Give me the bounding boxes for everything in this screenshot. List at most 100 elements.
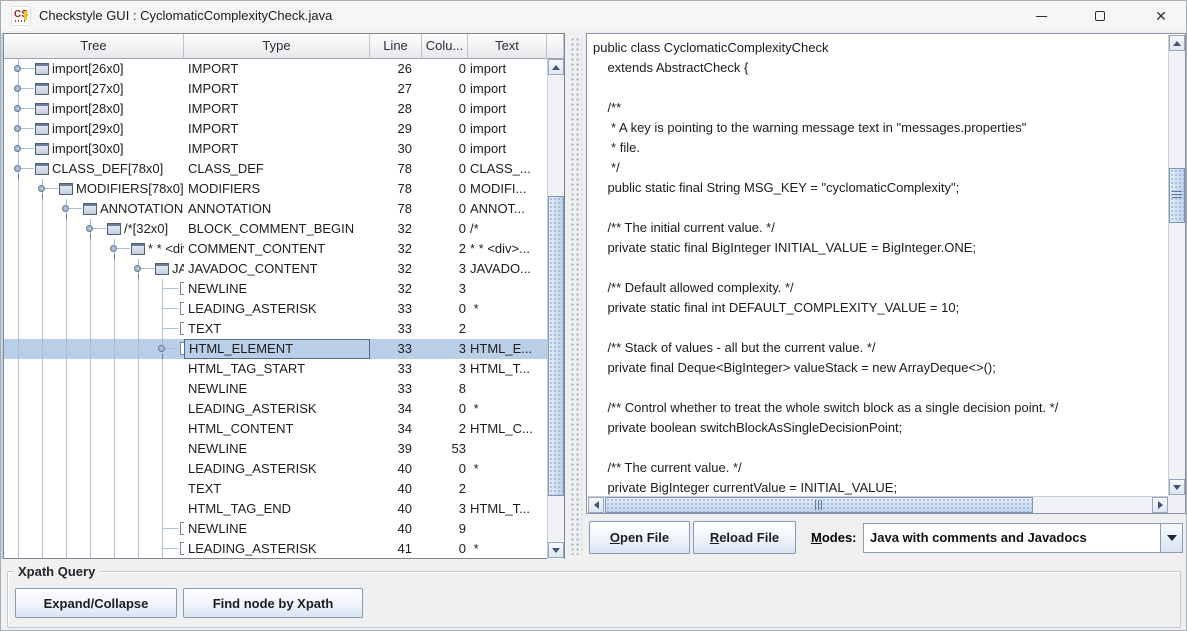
tree-table-row[interactable]: NEWLINENEWLINE338 [4,379,547,399]
text-cell: HTML_T... [468,359,547,379]
tree-guide-line [66,359,67,379]
type-cell: COMMENT_CONTENT [184,239,370,259]
scroll-up-button[interactable] [548,59,564,75]
combo-dropdown-button[interactable] [1160,524,1182,552]
tree-guide-line [90,499,91,519]
column-header-line[interactable]: Line [370,34,422,59]
tree-table-row[interactable]: import[30x0]IMPORT300import [4,139,547,159]
reload-file-button[interactable]: Reload File [693,521,796,554]
modes-combobox[interactable]: Java with comments and Javadocs [863,523,1183,553]
tree-table-row[interactable]: HTML_ELEMENTHTML_ELEMENT333HTML_E... [4,339,547,359]
type-cell: LEADING_ASTERISK [184,299,370,319]
tree-guide-line [114,419,115,439]
tree-guide-line [162,479,163,499]
line-cell: 32 [370,279,422,299]
tree-collapse-knob[interactable] [134,265,141,272]
code-scroll-left-button[interactable] [588,497,604,513]
tree-connector-dash [91,228,106,229]
column-header-text[interactable]: Text [468,34,547,59]
tree-guide-line [90,259,91,279]
line-cell: 40 [370,479,422,499]
tree-table-row[interactable]: /*[32x0]BLOCK_COMMENT_BEGIN320/* [4,219,547,239]
column-cell: 0 [422,199,468,219]
tree-table-row[interactable]: HTML_TAG_ENDHTML_TAG_END403HTML_T... [4,499,547,519]
tree-connector-dash [163,528,178,529]
column-header-tree[interactable]: Tree [4,34,184,59]
tree-guide-line [162,439,163,459]
type-cell: LEADING_ASTERISK [184,399,370,419]
tree-table-row[interactable]: MODIFIERS[78x0]MODIFIERS780MODIFI... [4,179,547,199]
tree-table-row[interactable]: TEXTTEXT402 [4,479,547,499]
tree-table-vertical-scrollbar[interactable] [547,59,564,559]
close-button[interactable]: ✕ [1138,1,1184,31]
tree-table-row[interactable]: LEADING_ASTERISKLEADING_ASTERISK340 * [4,399,547,419]
tree-expand-knob[interactable] [14,105,21,112]
tree-table-row[interactable]: CLASS_DEF[78x0]CLASS_DEF780CLASS_... [4,159,547,179]
column-header-colu[interactable]: Colu... [422,34,468,59]
tree-table-row[interactable]: LEADING_ASTERISKLEADING_ASTERISK330 * [4,299,547,319]
tree-collapse-knob[interactable] [110,245,117,252]
tree-table-row[interactable]: TEXTTEXT332 [4,319,547,339]
code-vertical-scrollbar[interactable] [1168,35,1185,496]
tree-guide-line [18,259,19,279]
split-pane-divider[interactable] [566,33,586,559]
tree-table-row[interactable]: import[29x0]IMPORT290import [4,119,547,139]
tree-node-label: import[27x0] [52,79,124,99]
tree-expand-knob[interactable] [14,125,21,132]
tree-table-row[interactable]: LEADING_ASTERISKLEADING_ASTERISK400 * [4,459,547,479]
tree-guide-line [162,459,163,479]
code-horizontal-scrollbar[interactable] [588,496,1168,513]
tree-table-row[interactable]: * * <div>...COMMENT_CONTENT322* * <div>.… [4,239,547,259]
tree-collapse-knob[interactable] [38,185,45,192]
expand-collapse-button[interactable]: Expand/Collapse [15,588,177,618]
tree-table-row[interactable]: import[28x0]IMPORT280import [4,99,547,119]
tree-expand-knob[interactable] [14,145,21,152]
type-cell: NEWLINE [184,379,370,399]
text-cell: JAVADO... [468,259,547,279]
type-cell: LEADING_ASTERISK [184,539,370,558]
tree-collapse-knob[interactable] [62,205,69,212]
tree-expand-knob[interactable] [14,65,21,72]
tree-collapse-knob[interactable] [86,225,93,232]
app-icon-dots [15,20,27,22]
tree-table-row[interactable]: NEWLINENEWLINE323 [4,279,547,299]
column-header-type[interactable]: Type [184,34,370,59]
tree-table-row[interactable]: import[27x0]IMPORT270import [4,79,547,99]
code-hscrollbar-thumb[interactable] [605,497,1033,513]
tree-table-row[interactable]: ANNOTATION[78x0]ANNOTATION780ANNOT... [4,199,547,219]
tree-connector-dash [19,68,34,69]
tree-table-row[interactable]: HTML_TAG_STARTHTML_TAG_START333HTML_T... [4,359,547,379]
tree-table-row[interactable]: NEWLINENEWLINE409 [4,519,547,539]
code-scroll-right-button[interactable] [1152,497,1168,513]
tree-table-row[interactable]: JAVADOC_CONTENTJAVADOC_CONTENT323JAVADO.… [4,259,547,279]
tree-table-body[interactable]: import[26x0]IMPORT260importimport[27x0]I… [4,59,547,558]
tree-connector-dash [19,168,34,169]
tree-table-row[interactable]: HTML_CONTENTHTML_CONTENT342HTML_C... [4,419,547,439]
tree-table-row[interactable]: LEADING_ASTERISKLEADING_ASTERISK410 * [4,539,547,558]
tree-scrollbar-thumb[interactable] [548,196,564,496]
type-cell: CLASS_DEF [184,159,370,179]
arrow-up-icon [552,65,560,70]
minimize-button[interactable] [1018,1,1064,31]
tree-collapse-knob[interactable] [14,165,21,172]
tree-guide-line [42,499,43,519]
code-scroll-down-button[interactable] [1169,479,1185,495]
tree-cell: /*[32x0] [4,219,184,239]
folder-icon [35,143,49,155]
folder-icon [35,63,49,75]
find-node-by-xpath-button[interactable]: Find node by Xpath [183,588,363,618]
code-scroll-up-button[interactable] [1169,35,1185,51]
tree-guide-line [138,419,139,439]
maximize-button[interactable] [1077,1,1123,31]
column-cell: 0 [422,119,468,139]
tree-collapse-knob[interactable] [158,345,165,352]
tree-table-row[interactable]: import[26x0]IMPORT260import [4,59,547,79]
tree-expand-knob[interactable] [14,85,21,92]
scroll-down-button[interactable] [548,542,564,558]
tree-guide-line [138,539,139,558]
source-pane: public class CyclomaticComplexityCheck e… [586,33,1186,514]
tree-table-row[interactable]: NEWLINENEWLINE3953 [4,439,547,459]
source-code-text[interactable]: public class CyclomaticComplexityCheck e… [588,35,1168,495]
code-scrollbar-thumb[interactable] [1169,168,1185,223]
open-file-button[interactable]: Open File [589,521,690,554]
